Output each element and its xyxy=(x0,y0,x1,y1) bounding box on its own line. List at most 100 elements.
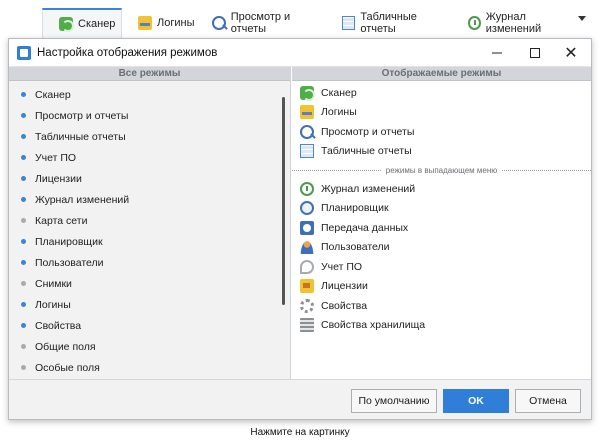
planner-icon xyxy=(300,201,314,216)
shown-mode-item[interactable]: Сканер xyxy=(292,83,591,103)
mode-status-dot-icon xyxy=(21,134,26,139)
mode-panes: Все режимы Сканер Просмотр и отчеты Таблич… xyxy=(9,67,592,379)
tab-label: Журнал изменений xyxy=(485,11,542,35)
minimize-icon xyxy=(492,52,502,54)
all-modes-item[interactable]: Снимки xyxy=(9,273,290,294)
mode-label: Сканер xyxy=(321,86,357,99)
mode-label: Просмотр и отчеты xyxy=(321,125,415,138)
mode-label: Снимки xyxy=(35,277,72,290)
mode-display-settings-dialog: Настройка отображения режимов ✕ Все режи… xyxy=(8,38,592,420)
mode-label: Просмотр и отчеты xyxy=(35,109,129,122)
change-log-icon xyxy=(300,181,314,196)
shown-mode-item[interactable]: Пользователи xyxy=(292,238,591,258)
all-modes-pane: Все режимы Сканер Просмотр и отчеты Таблич… xyxy=(9,67,291,379)
all-modes-item[interactable]: Карта сети xyxy=(9,210,290,231)
tab-change-log[interactable]: Журнал изменений xyxy=(452,11,572,35)
close-button[interactable]: ✕ xyxy=(561,43,581,63)
mode-label: Учет ПО xyxy=(35,151,77,164)
tab-table-reports[interactable]: Табличные отчеты xyxy=(326,11,450,35)
shown-mode-item[interactable]: Журнал изменений xyxy=(292,179,591,199)
all-modes-list: Сканер Просмотр и отчеты Табличные отчеты У… xyxy=(9,81,290,378)
shown-mode-item[interactable]: Просмотр и отчеты xyxy=(292,122,591,142)
mode-status-dot-icon xyxy=(21,197,26,202)
change-log-icon xyxy=(468,16,481,30)
shown-mode-item[interactable]: Логины xyxy=(292,103,591,123)
all-modes-item[interactable]: Табличные отчеты xyxy=(9,126,290,147)
dialog-title: Настройка отображения режимов xyxy=(37,46,218,59)
properties-icon xyxy=(300,298,314,313)
separator-line xyxy=(502,169,592,171)
shown-mode-item[interactable]: Свойства хранилища xyxy=(292,316,591,336)
tab-scanner[interactable]: Сканер xyxy=(42,8,122,38)
all-modes-item[interactable]: Общие поля xyxy=(9,336,290,357)
scanner-icon xyxy=(59,17,74,32)
all-modes-item[interactable]: Планировщик xyxy=(9,231,290,252)
shown-mode-item[interactable]: Планировщик xyxy=(292,199,591,219)
all-modes-header: Все режимы xyxy=(9,67,290,81)
separator-label: режимы в выпадающем меню xyxy=(385,165,498,175)
default-button[interactable]: По умолчанию xyxy=(351,389,437,413)
scanner-icon xyxy=(300,85,315,101)
shown-mode-item[interactable]: Учет ПО xyxy=(292,257,591,277)
all-modes-item[interactable]: Лицензии xyxy=(9,168,290,189)
licenses-icon xyxy=(300,279,314,294)
mode-status-dot-icon xyxy=(21,113,26,118)
mode-label: Свойства xyxy=(35,319,82,332)
users-icon xyxy=(300,240,314,255)
mode-status-dot-icon xyxy=(21,323,26,328)
minimize-button[interactable] xyxy=(487,43,507,63)
maximize-button[interactable] xyxy=(525,43,545,63)
all-modes-item[interactable]: Сканер xyxy=(9,84,290,105)
mode-status-dot-icon xyxy=(21,365,26,370)
cancel-button[interactable]: Отмена xyxy=(515,389,581,413)
shown-modes-pane: Отображаемые режимы Сканер Логины Просмотр… xyxy=(292,67,592,379)
mode-label: Передача данных xyxy=(321,221,409,234)
mode-label: Свойства хранилища xyxy=(321,319,426,332)
all-modes-item[interactable]: Пользователи xyxy=(9,252,290,273)
chevron-down-icon[interactable] xyxy=(578,16,586,21)
data-transfer-icon xyxy=(300,220,314,235)
mode-status-dot-icon xyxy=(21,239,26,244)
all-modes-item[interactable]: Свойства xyxy=(9,315,290,336)
mode-label: Лицензии xyxy=(321,280,368,293)
mode-label: Табличные отчеты xyxy=(35,130,126,143)
mode-status-dot-icon xyxy=(21,218,26,223)
mode-label: Карта сети xyxy=(35,214,88,227)
tab-label: Просмотр и отчеты xyxy=(230,11,291,35)
shown-mode-item[interactable]: Передача данных xyxy=(292,218,591,238)
tab-label: Табличные отчеты xyxy=(360,11,417,35)
ok-button[interactable]: OK xyxy=(443,389,509,413)
all-modes-item[interactable]: Логины xyxy=(9,294,290,315)
mode-label: Планировщик xyxy=(35,235,103,248)
all-modes-item[interactable]: Учет ПО xyxy=(9,147,290,168)
mode-status-dot-icon xyxy=(21,92,26,97)
mode-label: Особые поля xyxy=(35,361,100,374)
mode-status-dot-icon xyxy=(21,260,26,265)
view-reports-icon xyxy=(300,124,314,139)
logs-icon xyxy=(138,16,152,30)
shown-modes-header: Отображаемые режимы xyxy=(292,67,591,81)
all-modes-item[interactable]: Журнал изменений xyxy=(9,189,290,210)
tab-view-reports[interactable]: Просмотр и отчеты xyxy=(196,11,326,35)
all-modes-item[interactable]: Просмотр и отчеты xyxy=(9,105,290,126)
all-modes-scrollbar[interactable] xyxy=(282,97,285,305)
tab-label: Логины xyxy=(157,17,195,29)
mode-status-dot-icon xyxy=(21,281,26,286)
maximize-icon xyxy=(530,48,540,58)
shown-mode-item[interactable]: Табличные отчеты xyxy=(292,142,591,162)
mode-label: Планировщик xyxy=(321,202,389,215)
storage-properties-icon xyxy=(300,318,314,333)
mode-label: Учет ПО xyxy=(321,260,363,273)
shown-mode-item[interactable]: Свойства xyxy=(292,296,591,316)
table-reports-icon xyxy=(342,16,356,30)
table-reports-icon xyxy=(300,144,314,159)
logs-icon xyxy=(300,105,314,120)
all-modes-item[interactable]: Особые поля xyxy=(9,357,290,378)
mode-label: Лицензии xyxy=(35,172,82,185)
mode-label: Журнал изменений xyxy=(321,182,416,195)
app-icon xyxy=(17,45,31,60)
tab-logs[interactable]: Логины xyxy=(122,11,202,35)
shown-mode-item[interactable]: Лицензии xyxy=(292,277,591,297)
caption-text: Нажмите на картинку xyxy=(250,427,350,438)
dialog-footer: По умолчанию OK Отмена xyxy=(9,379,591,419)
